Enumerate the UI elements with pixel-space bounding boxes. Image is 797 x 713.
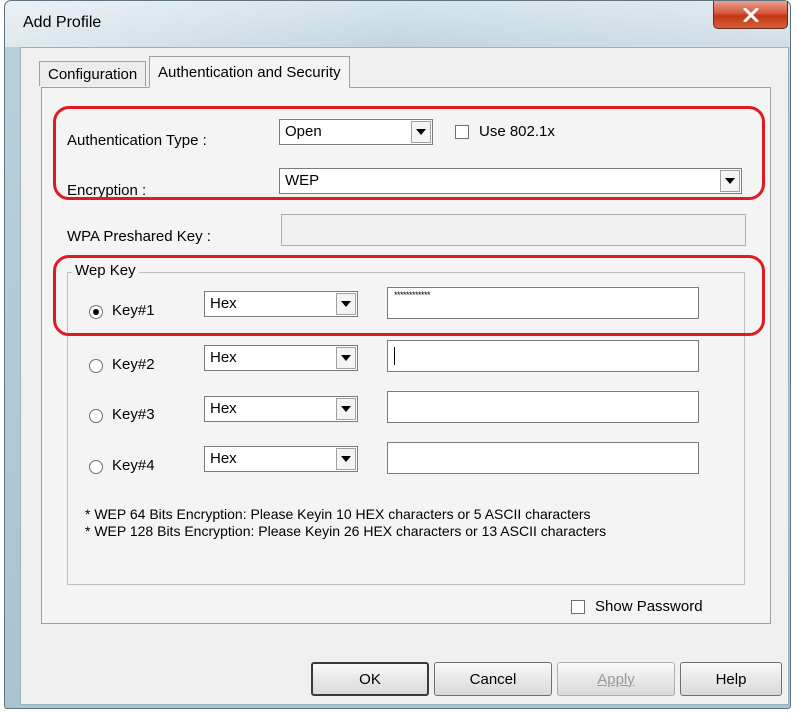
key4-radio[interactable] xyxy=(89,460,103,474)
tab-authentication-security[interactable]: Authentication and Security xyxy=(149,56,350,88)
wpa-preshared-key-label: WPA Preshared Key : xyxy=(67,228,211,245)
wpa-preshared-key-input[interactable] xyxy=(281,214,746,246)
add-profile-window: Add Profile Configuration Authentication… xyxy=(4,0,791,709)
key1-format-dropdown-arrow[interactable] xyxy=(336,293,356,315)
auth-security-panel: Authentication Type : Open Use 802.1x En… xyxy=(41,87,771,624)
key3-format-dropdown[interactable]: Hex xyxy=(204,396,358,422)
chevron-down-icon xyxy=(341,355,351,361)
encryption-label: Encryption : xyxy=(67,182,147,199)
wep64-note: * WEP 64 Bits Encryption: Please Keyin 1… xyxy=(85,506,591,522)
help-button-label: Help xyxy=(715,670,747,688)
key3-radio[interactable] xyxy=(89,409,103,423)
wep128-note: * WEP 128 Bits Encryption: Please Keyin … xyxy=(85,523,607,539)
chevron-down-icon xyxy=(341,456,351,462)
key1-value: ************ xyxy=(394,290,431,300)
key2-format-dropdown[interactable]: Hex xyxy=(204,345,358,371)
show-password-label: Show Password xyxy=(595,598,703,615)
close-icon xyxy=(743,7,758,22)
apply-button[interactable]: Apply xyxy=(557,662,675,696)
key1-radio[interactable] xyxy=(89,305,103,319)
key4-label: Key#4 xyxy=(112,457,155,474)
use-8021x-checkbox[interactable] xyxy=(455,125,469,139)
help-button[interactable]: Help xyxy=(680,662,782,696)
key4-format-value: Hex xyxy=(210,450,237,467)
auth-type-dropdown-arrow[interactable] xyxy=(411,121,431,143)
key2-format-value: Hex xyxy=(210,349,237,366)
auth-type-value: Open xyxy=(285,123,322,140)
ok-button-label: OK xyxy=(359,670,381,688)
chevron-down-icon xyxy=(416,129,426,135)
key3-label: Key#3 xyxy=(112,406,155,423)
key2-radio[interactable] xyxy=(89,359,103,373)
tab-configuration[interactable]: Configuration xyxy=(39,61,147,86)
key3-format-dropdown-arrow[interactable] xyxy=(336,398,356,420)
radio-selected-dot xyxy=(93,309,99,315)
auth-type-label: Authentication Type : xyxy=(67,132,207,149)
key1-input[interactable]: ************ xyxy=(387,287,699,319)
close-button[interactable] xyxy=(713,1,788,29)
key3-input[interactable] xyxy=(387,391,699,423)
window-title: Add Profile xyxy=(23,14,102,31)
use-8021x-label: Use 802.1x xyxy=(479,123,555,140)
key3-format-value: Hex xyxy=(210,400,237,417)
cancel-button[interactable]: Cancel xyxy=(434,662,552,696)
key4-input[interactable] xyxy=(387,442,699,474)
encryption-value: WEP xyxy=(285,172,320,189)
encryption-dropdown-arrow[interactable] xyxy=(720,170,740,192)
text-caret xyxy=(394,347,395,365)
wep-key-group-title: Wep Key xyxy=(72,262,139,279)
chevron-down-icon xyxy=(341,406,351,412)
show-password-checkbox[interactable] xyxy=(571,600,585,614)
cancel-button-label: Cancel xyxy=(469,670,517,688)
key2-label: Key#2 xyxy=(112,356,155,373)
tab-label: Authentication and Security xyxy=(158,63,341,81)
key1-label: Key#1 xyxy=(112,302,155,319)
ok-button[interactable]: OK xyxy=(311,662,429,696)
key2-format-dropdown-arrow[interactable] xyxy=(336,347,356,369)
auth-type-dropdown[interactable]: Open xyxy=(279,119,433,145)
encryption-dropdown[interactable]: WEP xyxy=(279,168,742,194)
key1-format-value: Hex xyxy=(210,295,237,312)
chevron-down-icon xyxy=(341,301,351,307)
apply-button-label: Apply xyxy=(597,670,635,688)
tab-label: Configuration xyxy=(48,65,138,83)
key4-format-dropdown[interactable]: Hex xyxy=(204,446,358,472)
chevron-down-icon xyxy=(725,178,735,184)
key2-input[interactable] xyxy=(387,340,699,372)
key1-format-dropdown[interactable]: Hex xyxy=(204,291,358,317)
dialog-client-area: Configuration Authentication and Securit… xyxy=(20,47,789,705)
key4-format-dropdown-arrow[interactable] xyxy=(336,448,356,470)
